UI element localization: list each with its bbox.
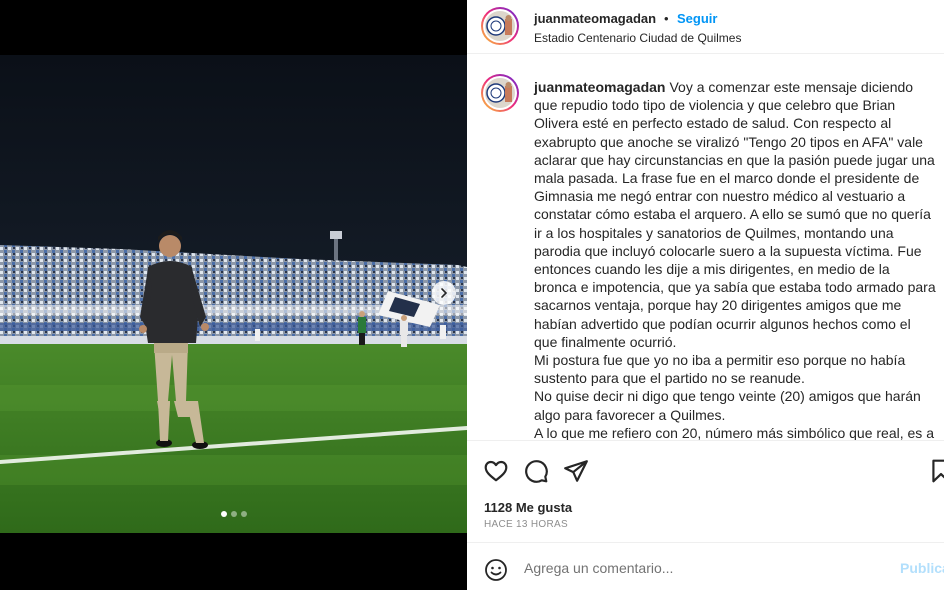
comment-input[interactable] [524,557,884,579]
post-time: HACE 13 HORAS [484,519,568,530]
separator: • [664,11,669,26]
comment-icon[interactable] [523,458,549,484]
carousel-dot-1 [220,511,227,517]
carousel-indicator [0,511,467,517]
follow-button[interactable]: Seguir [677,11,717,26]
post-header: juanmateomagadan • Seguir Estadio Centen… [467,0,944,54]
carousel-dot-2 [230,511,237,517]
likes-count[interactable]: 1128 Me gusta [484,500,572,515]
caption: juanmateomagadan Voy a comenzar este mens… [467,70,944,440]
username[interactable]: juanmateomagadan [534,11,656,26]
publish-button[interactable]: Publicar [900,560,944,576]
caption-body: Voy a comenzar este mensaje diciendo que… [534,79,936,440]
location-link[interactable]: Estadio Centenario Ciudad de Quilmes [534,31,741,45]
caption-username[interactable]: juanmateomagadan [534,79,665,95]
carousel-dot-3 [240,511,247,517]
profile-picture [486,15,512,36]
comment-bar: Publicar [467,542,944,590]
next-photo-button[interactable] [432,281,456,305]
chevron-right-icon [441,288,448,298]
stadium-photo [0,55,467,533]
heart-icon[interactable] [483,458,509,484]
post-photo[interactable] [0,55,467,533]
avatar[interactable] [481,7,519,45]
caption-text: juanmateomagadan Voy a comenzar este mens… [534,78,936,440]
emoji-icon[interactable] [484,558,508,582]
caption-avatar[interactable] [481,74,519,112]
profile-picture [486,82,512,103]
post-panel: juanmateomagadan • Seguir Estadio Centen… [467,0,944,590]
post-media [0,0,467,590]
share-icon[interactable] [563,458,589,484]
action-bar: 1128 Me gusta HACE 13 HORAS [467,440,944,542]
save-icon[interactable] [928,458,944,484]
